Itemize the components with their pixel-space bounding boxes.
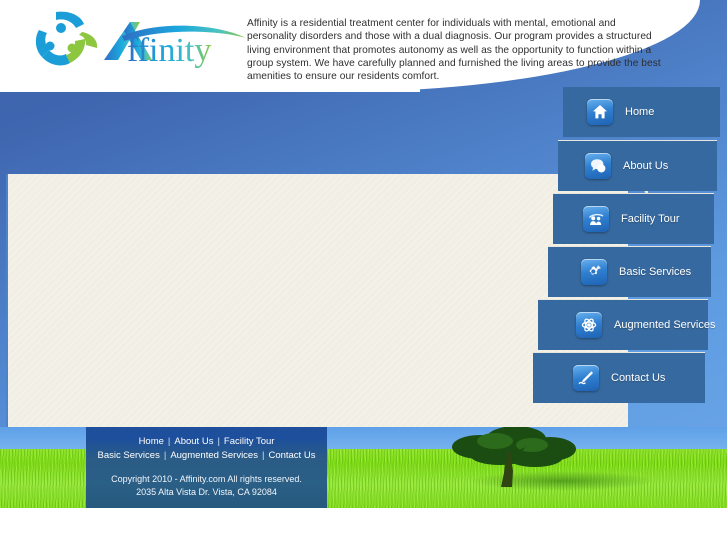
nav-label: Basic Services — [619, 266, 692, 278]
atom-icon — [576, 312, 602, 338]
nav-label: Home — [625, 106, 655, 118]
nav-label: About Us — [623, 160, 669, 172]
footer-link-contact-us[interactable]: Contact Us — [268, 450, 315, 461]
svg-text:ffinity: ffinity — [127, 32, 211, 69]
nav-label: Contact Us — [611, 372, 666, 384]
footer-link-home[interactable]: Home — [139, 436, 164, 447]
people-swirl-logo-icon — [26, 8, 100, 74]
nav-item-basic-services[interactable]: Basic Services — [548, 246, 711, 297]
copyright-text: Copyright 2010 - Affinity.com All rights… — [111, 474, 302, 484]
speech-bubbles-icon — [585, 153, 611, 179]
nav-item-about-us[interactable]: About Us — [558, 140, 717, 191]
nav-item-home[interactable]: Home — [563, 87, 720, 137]
people-group-icon — [583, 206, 609, 232]
footer-links[interactable]: Home | About Us | Facility Tour Basic Servic… — [86, 427, 327, 463]
footer-links-row-1: Home | About Us | Facility Tour — [86, 435, 327, 449]
footer-link-basic-services[interactable]: Basic Services — [98, 450, 160, 461]
gear-icon — [581, 259, 607, 285]
nav-item-facility-tour[interactable]: Facility Tour — [553, 193, 714, 244]
footer-links-row-2: Basic Services | Augmented Services | Contac… — [86, 449, 327, 463]
nav-item-augmented-services[interactable]: Augmented Services — [538, 299, 716, 350]
footer-link-facility-tour[interactable]: Facility Tour — [224, 436, 275, 447]
site-logo[interactable]: ffinity — [18, 4, 248, 78]
site-footer: Home | About Us | Facility Tour Basic Servic… — [86, 427, 327, 508]
footer-separator: | — [217, 436, 220, 447]
main-navigation[interactable]: Home About Us Facility Tour Basic Servic… — [525, 87, 720, 417]
footer-separator: | — [167, 436, 171, 447]
page-root: ffinity Affinity is a residential treatm… — [0, 0, 727, 545]
footer-link-about-us[interactable]: About Us — [174, 436, 213, 447]
nav-label: Augmented Services — [614, 319, 716, 331]
footer-link-augmented-services[interactable]: Augmented Services — [170, 450, 258, 461]
intro-paragraph: Affinity is a residential treatment cent… — [247, 18, 661, 83]
footer-copyright-block: Copyright 2010 - Affinity.com All rights… — [86, 473, 327, 498]
nav-label: Facility Tour — [621, 213, 680, 225]
address-text: 2035 Alta Vista Dr. Vista, CA 92084 — [136, 486, 277, 497]
footer-separator: | — [261, 450, 265, 461]
nav-item-contact-us[interactable]: Contact Us — [533, 352, 705, 403]
pen-write-icon — [573, 365, 599, 391]
footer-separator: | — [163, 450, 167, 461]
home-icon — [587, 99, 613, 125]
brand-wordmark: ffinity — [100, 14, 248, 70]
tree-icon — [440, 427, 590, 495]
